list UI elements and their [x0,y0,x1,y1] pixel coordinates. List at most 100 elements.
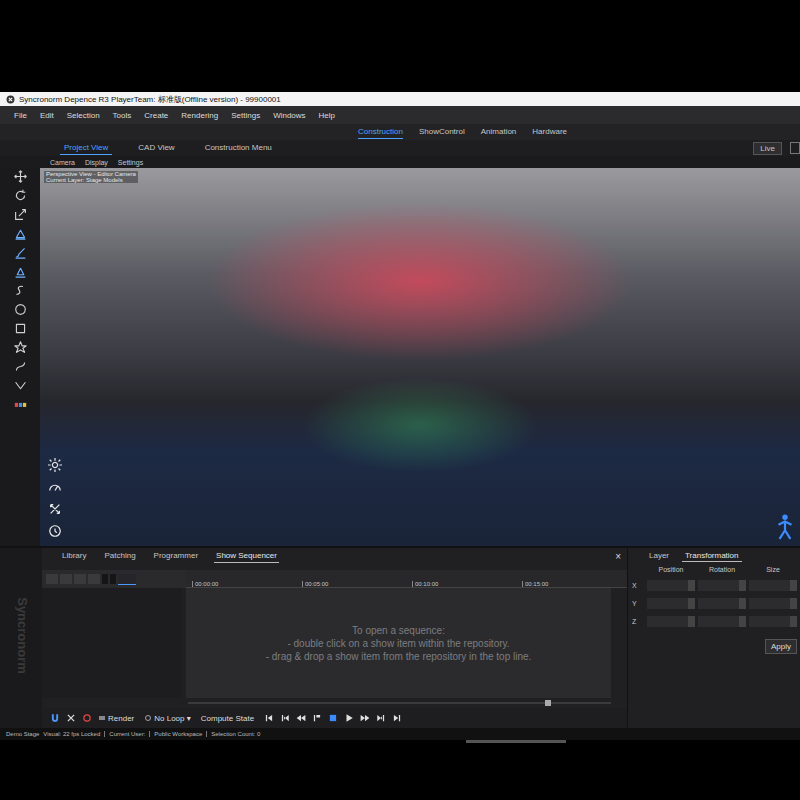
app-logo-icon [6,95,15,104]
compute-state-button[interactable]: Compute State [201,714,254,723]
scale-icon[interactable] [14,208,27,221]
timeline-scrollbar[interactable] [42,698,627,708]
menu-item[interactable]: File [14,111,27,120]
time-tick: 00:00:00 [192,581,302,587]
inspector-tab[interactable]: Layer [646,550,672,562]
brush-icon[interactable] [14,246,27,259]
next-marker-icon[interactable] [376,713,386,723]
skip-start-icon[interactable] [264,713,274,723]
menu-item[interactable]: Windows [273,111,305,120]
render-button[interactable]: Render [98,714,134,723]
stop-icon[interactable] [328,713,338,723]
inspector-tab[interactable]: Transformation [682,550,742,562]
menu-item[interactable]: Edit [40,111,54,120]
menu-item[interactable]: Rendering [181,111,218,120]
sequencer-panel: LibraryPatchingProgrammerShow Sequencer … [42,548,628,728]
viewport-tools [48,458,62,538]
cross-icon[interactable] [66,713,76,723]
paint-icon[interactable] [14,227,27,240]
axes-icon[interactable] [48,502,62,516]
panel-tab[interactable]: Show Sequencer [214,549,279,563]
title-bar: Syncronorm Depence R3 PlayerTeam: 标准版(Of… [0,92,800,106]
value-field[interactable] [698,580,746,591]
panel-tab[interactable]: Programmer [152,549,200,563]
loop-marker-icon[interactable] [312,713,322,723]
lasso-icon[interactable] [14,284,27,297]
value-field[interactable] [749,598,797,609]
person-icon[interactable] [774,514,796,540]
value-field[interactable] [647,580,695,591]
menu-item[interactable]: Settings [231,111,260,120]
move-icon[interactable] [14,170,27,183]
play-icon[interactable] [344,713,354,723]
live-button[interactable]: Live [753,142,782,155]
value-field[interactable] [698,616,746,627]
axis-label: Z [632,618,644,625]
menu-item[interactable]: Tools [113,111,132,120]
loop-dropdown[interactable]: No Loop ▾ [144,714,190,723]
inspector-panel: LayerTransformation PositionRotationSize… [628,548,800,728]
mode-tab[interactable]: Animation [481,125,517,139]
panel-tab[interactable]: Library [60,549,88,563]
rotate-icon[interactable] [14,189,27,202]
funnel-icon[interactable] [14,379,27,392]
screen: Syncronorm Depence R3 PlayerTeam: 标准版(Of… [0,0,800,800]
sequence-drop-area[interactable]: To open a sequence: - double click on a s… [186,588,611,698]
gauge-icon[interactable] [48,480,62,494]
bucket-icon[interactable] [14,265,27,278]
mode-tab[interactable]: ShowControl [419,125,465,139]
value-field[interactable] [749,580,797,591]
page-scroll-thumb[interactable] [466,740,566,743]
render-icon [98,714,106,722]
forward-icon[interactable] [360,713,370,723]
time-tick: 00:10:00 [412,581,522,587]
menu-item[interactable]: Selection [67,111,100,120]
inspector-tabs: Layer Transformation [632,548,800,564]
view-tab[interactable]: Project View [60,141,112,155]
apply-button[interactable]: Apply [765,639,797,654]
hint-line: - drag & drop a show item from the repos… [266,651,532,662]
viewport-info: Perspective View - Editor CameraCurrent … [44,171,138,183]
status-item: Demo Stage [6,731,39,737]
mode-tab[interactable]: Construction [358,125,403,139]
value-field[interactable] [647,616,695,627]
prev-marker-icon[interactable] [280,713,290,723]
record-icon[interactable] [82,713,92,723]
time-ruler[interactable]: 00:00:0000:05:0000:10:0000:15:00 [186,570,627,588]
menu-item[interactable]: Create [144,111,168,120]
view-menu-item[interactable]: Settings [118,159,143,166]
menu-item[interactable]: Help [319,111,335,120]
hint-line: To open a sequence: [352,625,445,636]
skip-end-icon[interactable] [392,713,402,723]
color-strip-icon[interactable] [14,398,27,411]
view-menu: Camera Display Settings [0,156,800,168]
value-field[interactable] [647,598,695,609]
star-icon[interactable] [14,341,27,354]
sun-icon[interactable] [48,458,62,472]
transport-bar: Render No Loop ▾ Compute State [42,708,627,728]
clock-icon[interactable] [48,524,62,538]
mode-tab[interactable]: Hardware [532,125,567,139]
maximize-box[interactable] [790,142,800,154]
menu-bar: File Edit Selection Tools Create Rendering Set… [0,106,800,124]
view-tab[interactable]: CAD View [134,141,178,155]
value-field[interactable] [698,598,746,609]
close-button[interactable]: × [615,551,621,562]
hint-line: - double click on a show item within the… [287,638,509,649]
value-field[interactable] [749,616,797,627]
status-item: Selection Count: 0 [206,731,260,737]
viewport-3d[interactable]: Perspective View - Editor CameraCurrent … [40,168,800,546]
curve-icon[interactable] [14,360,27,373]
view-menu-item[interactable]: Camera [50,159,75,166]
panel-tab[interactable]: Patching [102,549,137,563]
circle-icon[interactable] [14,303,27,316]
loop-icon [144,714,152,722]
square-icon[interactable] [14,322,27,335]
column-header: Position [647,566,695,573]
magnet-icon[interactable] [50,713,60,723]
view-tab[interactable]: Construction Menu [201,141,276,155]
view-menu-item[interactable]: Display [85,159,108,166]
rewind-icon[interactable] [296,713,306,723]
main-area: Perspective View - Editor CameraCurrent … [0,168,800,546]
axis-label: Y [632,600,644,607]
